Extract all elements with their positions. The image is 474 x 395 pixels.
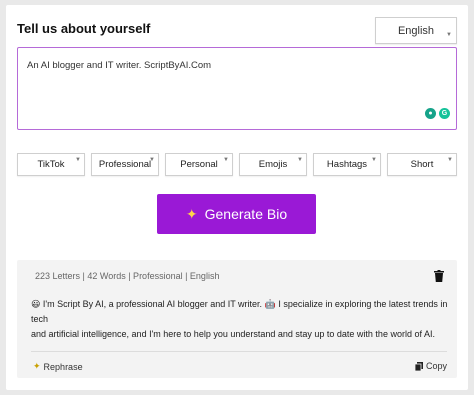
option-label: Personal: [180, 159, 218, 170]
generate-bio-label: Generate Bio: [204, 206, 288, 222]
bio-line-1: 😃 I'm Script By AI, a professional AI bl…: [31, 299, 448, 324]
option-select-hashtags[interactable]: Hashtags ▼: [313, 153, 381, 176]
option-label: Hashtags: [326, 159, 368, 170]
option-select-tiktok[interactable]: TikTok ▼: [17, 153, 85, 176]
about-textarea-value: An AI blogger and IT writer. ScriptByAI.…: [27, 60, 212, 71]
chevron-down-icon: ▼: [223, 157, 229, 163]
option-label: Emojis: [258, 159, 288, 170]
bio-generator-card: Tell us about yourself English ▼ An AI b…: [6, 5, 468, 390]
extension-icons: ● G: [425, 108, 450, 119]
rephrase-button[interactable]: ✦ Rephrase: [33, 361, 83, 372]
result-stats: 223 Letters | 42 Words | Professional | …: [35, 271, 220, 281]
chevron-down-icon: ▼: [149, 157, 155, 163]
generated-bio-text: 😃 I'm Script By AI, a professional AI bl…: [31, 297, 451, 342]
chevron-down-icon: ▼: [75, 157, 81, 163]
chevron-down-icon: ▼: [446, 32, 452, 38]
language-select-value: English: [397, 24, 435, 37]
chevron-down-icon: ▼: [447, 157, 453, 163]
option-label: TikTok: [37, 159, 65, 170]
bio-line-2: and artificial intelligence, and I'm her…: [31, 329, 435, 339]
option-label: Short: [410, 159, 434, 170]
option-select-length[interactable]: Short ▼: [387, 153, 457, 176]
section-title: Tell us about yourself: [17, 21, 151, 36]
generate-bio-button[interactable]: ✦ Generate Bio: [157, 194, 316, 234]
options-row: TikTok ▼ Professional ▼ Personal ▼ Emoji…: [17, 153, 457, 176]
about-textarea[interactable]: An AI blogger and IT writer. ScriptByAI.…: [17, 47, 457, 130]
sparkle-icon: ✦: [33, 361, 41, 371]
chevron-down-icon: ▼: [297, 157, 303, 163]
option-select-emojis[interactable]: Emojis ▼: [239, 153, 307, 176]
language-select[interactable]: English ▼: [375, 17, 457, 44]
copy-button[interactable]: Copy: [414, 361, 447, 371]
rephrase-label: Rephrase: [43, 361, 83, 372]
sparkle-icon: ✦: [185, 205, 198, 222]
trash-icon[interactable]: [434, 270, 444, 282]
location-pin-icon[interactable]: ●: [425, 108, 436, 119]
smile-emoji-icon: 😃: [31, 299, 41, 309]
option-select-style[interactable]: Personal ▼: [165, 153, 233, 176]
copy-label: Copy: [425, 361, 447, 371]
result-panel: 223 Letters | 42 Words | Professional | …: [17, 260, 457, 378]
divider: [31, 351, 447, 352]
chevron-down-icon: ▼: [371, 157, 377, 163]
grammarly-icon[interactable]: G: [439, 108, 450, 119]
robot-emoji-icon: 🤖: [264, 299, 276, 309]
option-label: Professional: [98, 159, 152, 170]
copy-icon: [414, 361, 423, 371]
option-select-tone[interactable]: Professional ▼: [91, 153, 159, 176]
